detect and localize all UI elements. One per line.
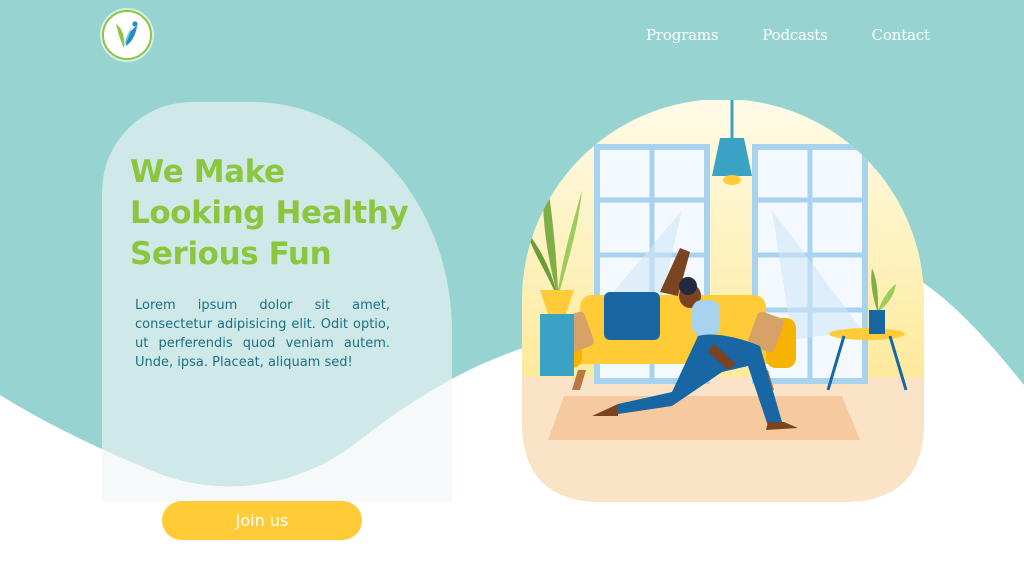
headline-line-2: Looking Healthy (130, 195, 409, 231)
nav-podcasts[interactable]: Podcasts (762, 26, 827, 44)
nav-programs[interactable]: Programs (646, 26, 719, 44)
hero-headline: We Make Looking Healthy Serious Fun (130, 152, 430, 275)
join-us-button[interactable]: Join us (162, 501, 362, 540)
leaf-person-logo-icon (116, 21, 138, 48)
brand-logo[interactable] (102, 10, 152, 60)
main-nav: Programs Podcasts Contact (646, 26, 930, 44)
nav-contact[interactable]: Contact (872, 26, 930, 44)
headline-line-3: Serious Fun (130, 236, 332, 272)
headline-line-1: We Make (130, 154, 285, 190)
yoga-living-room-illustration (522, 100, 924, 502)
hero-description: Lorem ipsum dolor sit amet, consectetur … (135, 298, 390, 370)
